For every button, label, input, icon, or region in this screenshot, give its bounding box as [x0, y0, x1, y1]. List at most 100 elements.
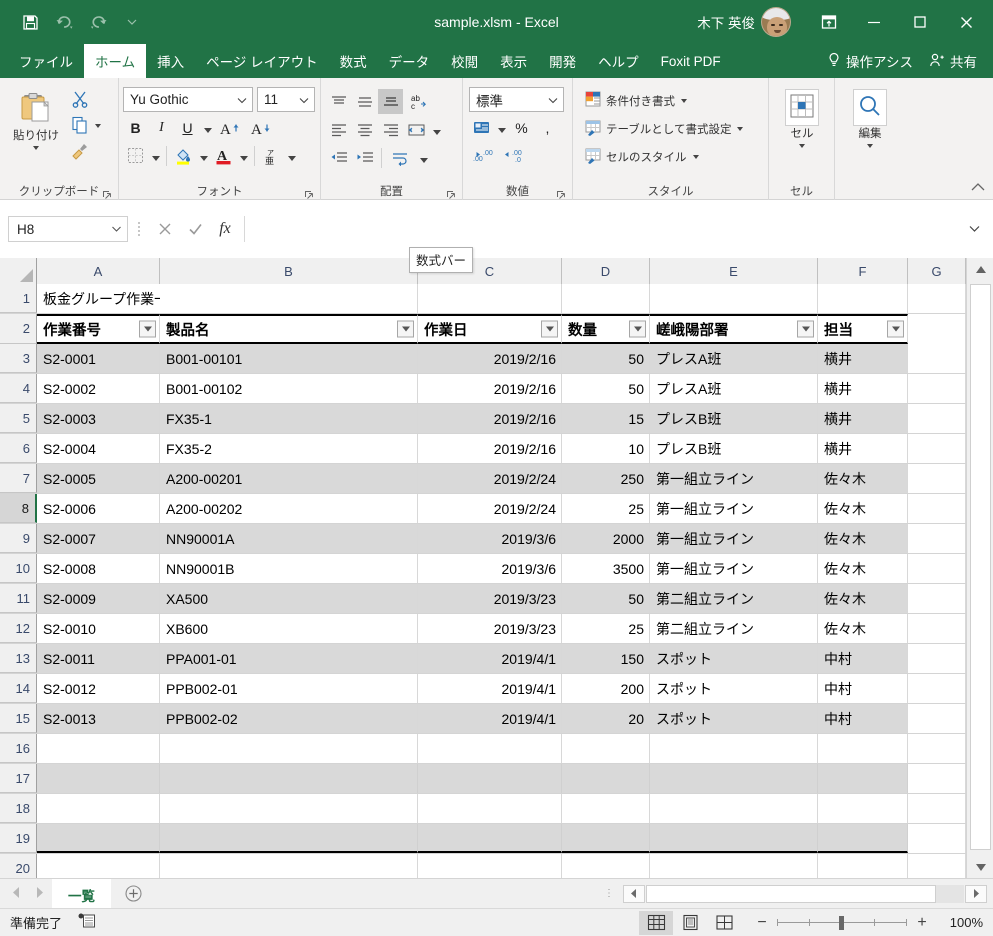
cell-c9[interactable]: 2019/3/6: [418, 524, 562, 553]
scroll-right-icon[interactable]: [965, 884, 987, 903]
italic-button[interactable]: I: [149, 115, 174, 140]
cell-c19[interactable]: [418, 824, 562, 853]
expand-formula-bar-icon[interactable]: [963, 216, 985, 242]
tab-page-layout[interactable]: ページ レイアウト: [195, 44, 328, 78]
cell-e4[interactable]: プレスA班: [650, 374, 818, 403]
cell-b5[interactable]: FX35-1: [160, 404, 418, 433]
add-sheet-icon[interactable]: [111, 879, 156, 908]
column-header-b[interactable]: B: [160, 258, 418, 284]
cell-e10[interactable]: 第一組立ライン: [650, 554, 818, 583]
chevron-down-icon[interactable]: [681, 99, 687, 103]
paste-dropdown-icon[interactable]: [33, 146, 39, 151]
minimize-icon[interactable]: [851, 0, 897, 44]
avatar[interactable]: [761, 7, 791, 37]
undo-icon[interactable]: [48, 7, 80, 37]
cell-a7[interactable]: S2-0005: [37, 464, 160, 493]
cell-c8[interactable]: 2019/2/24: [418, 494, 562, 523]
sheet-tab-splitter[interactable]: ⋮: [596, 879, 623, 908]
cell-f18[interactable]: [818, 794, 908, 823]
cell-c1[interactable]: [418, 284, 562, 313]
merge-dropdown-icon[interactable]: [430, 117, 443, 142]
cell-f20[interactable]: [818, 854, 908, 878]
cell-b1[interactable]: [160, 284, 418, 313]
row-header-5[interactable]: 5: [0, 404, 37, 433]
cell-b16[interactable]: [160, 734, 418, 763]
cell-a18[interactable]: [37, 794, 160, 823]
wrap-text-button[interactable]: [386, 145, 416, 170]
tab-help[interactable]: ヘルプ: [587, 44, 650, 78]
borders-dropdown-icon[interactable]: [149, 143, 162, 168]
cell-a4[interactable]: S2-0002: [37, 374, 160, 403]
cell-c11[interactable]: 2019/3/23: [418, 584, 562, 613]
font-size-combo[interactable]: 11: [257, 87, 315, 112]
cell-a2[interactable]: 作業番号: [37, 314, 160, 344]
cell-c10[interactable]: 2019/3/6: [418, 554, 562, 583]
borders-button[interactable]: [123, 143, 148, 168]
cell-e20[interactable]: [650, 854, 818, 878]
cell-d18[interactable]: [562, 794, 650, 823]
cell-g15[interactable]: [908, 704, 966, 733]
cell-b6[interactable]: FX35-2: [160, 434, 418, 463]
row-header-16[interactable]: 16: [0, 734, 37, 763]
cut-button[interactable]: [67, 88, 104, 112]
cell-f15[interactable]: 中村: [818, 704, 908, 733]
cell-d17[interactable]: [562, 764, 650, 793]
underline-dropdown-icon[interactable]: [201, 115, 214, 140]
row-header-8[interactable]: 8: [0, 494, 37, 523]
cell-f10[interactable]: 佐々木: [818, 554, 908, 583]
cell-e6[interactable]: プレスB班: [650, 434, 818, 463]
cell-b4[interactable]: B001-00102: [160, 374, 418, 403]
align-right-button[interactable]: [378, 117, 403, 142]
cell-b20[interactable]: [160, 854, 418, 878]
align-left-button[interactable]: [326, 117, 351, 142]
cell-c16[interactable]: [418, 734, 562, 763]
row-header-2[interactable]: 2: [0, 314, 37, 344]
cell-a13[interactable]: S2-0011: [37, 644, 160, 673]
editing-dropdown-icon[interactable]: [867, 144, 873, 149]
cell-d12[interactable]: 25: [562, 614, 650, 643]
row-header-11[interactable]: 11: [0, 584, 37, 613]
copy-dropdown-icon[interactable]: [95, 124, 101, 128]
cell-a12[interactable]: S2-0010: [37, 614, 160, 643]
cell-f11[interactable]: 佐々木: [818, 584, 908, 613]
increase-font-size-button[interactable]: A: [215, 115, 245, 140]
tell-me-box[interactable]: 操作アシス: [817, 51, 923, 71]
phonetic-guide-button[interactable]: ア亜: [259, 143, 284, 168]
chevron-down-icon[interactable]: [692, 155, 699, 159]
cell-e15[interactable]: スポット: [650, 704, 818, 733]
cell-f9[interactable]: 佐々木: [818, 524, 908, 553]
vertical-scroll-thumb[interactable]: [970, 284, 991, 850]
clipboard-dialog-launcher-icon[interactable]: [102, 187, 112, 199]
bold-button[interactable]: B: [123, 115, 148, 140]
cells-button[interactable]: セル: [774, 85, 830, 149]
scroll-left-icon[interactable]: [623, 884, 645, 903]
next-sheet-icon[interactable]: [35, 885, 44, 903]
row-header-20[interactable]: 20: [0, 854, 37, 878]
cell-b15[interactable]: PPB002-02: [160, 704, 418, 733]
cell-g10[interactable]: [908, 554, 966, 583]
cell-c18[interactable]: [418, 794, 562, 823]
cell-g13[interactable]: [908, 644, 966, 673]
row-header-12[interactable]: 12: [0, 614, 37, 643]
row-header-1[interactable]: 1: [0, 284, 37, 313]
row-header-6[interactable]: 6: [0, 434, 37, 463]
filter-button-work-number[interactable]: [139, 320, 156, 338]
cell-a11[interactable]: S2-0009: [37, 584, 160, 613]
cell-f5[interactable]: 横井: [818, 404, 908, 433]
phonetic-dropdown-icon[interactable]: [285, 143, 298, 168]
cell-d16[interactable]: [562, 734, 650, 763]
filter-button-assignee[interactable]: [887, 320, 904, 338]
tab-review[interactable]: 校閲: [440, 44, 489, 78]
cell-a6[interactable]: S2-0004: [37, 434, 160, 463]
cell-a9[interactable]: S2-0007: [37, 524, 160, 553]
column-header-g[interactable]: G: [908, 258, 966, 284]
row-header-4[interactable]: 4: [0, 374, 37, 403]
decrease-font-size-button[interactable]: A: [246, 115, 276, 140]
cell-d20[interactable]: [562, 854, 650, 878]
cell-d2[interactable]: 数量: [562, 314, 650, 344]
row-header-15[interactable]: 15: [0, 704, 37, 733]
chevron-down-icon[interactable]: [545, 94, 561, 106]
fill-color-dropdown-icon[interactable]: [197, 143, 210, 168]
cell-g4[interactable]: [908, 374, 966, 403]
redo-icon[interactable]: [82, 7, 114, 37]
